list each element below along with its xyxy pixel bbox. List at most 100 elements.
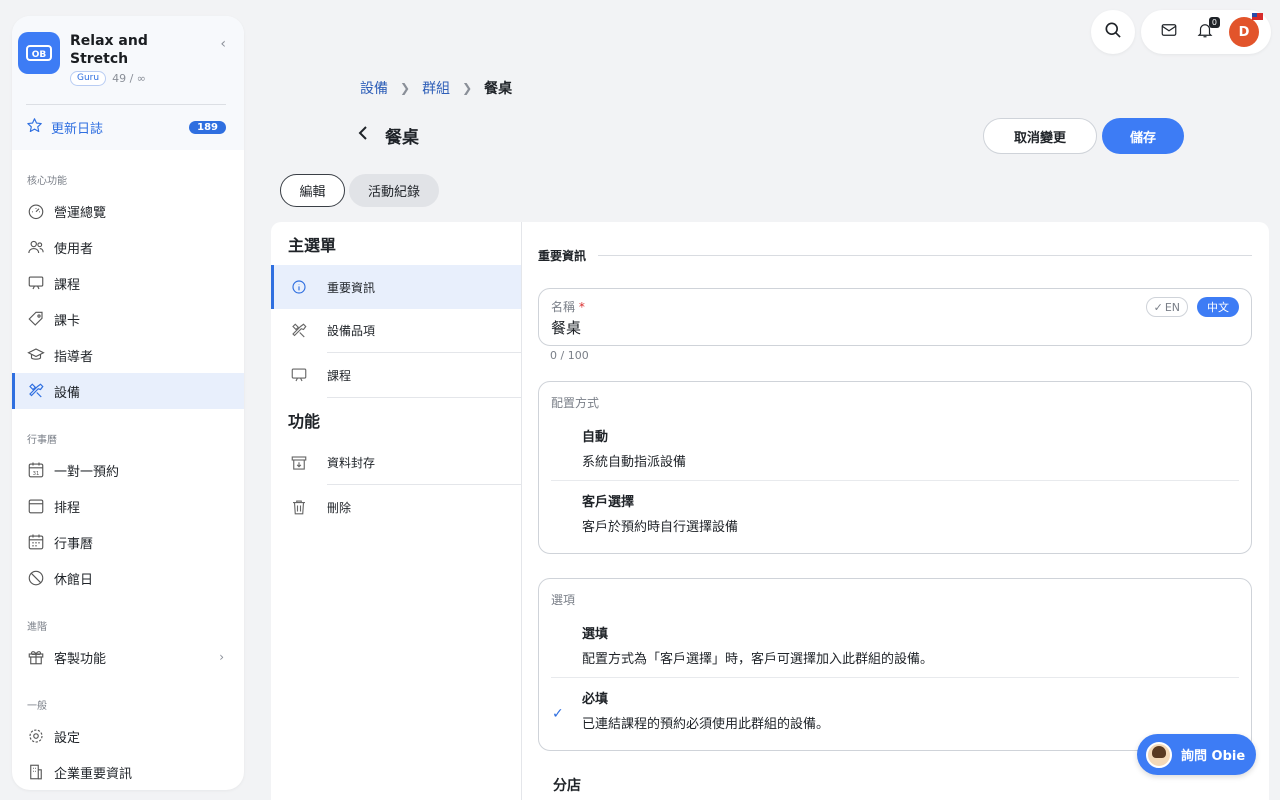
sidebar-item-instructors[interactable]: 指導者 — [12, 337, 244, 373]
tools-icon — [271, 322, 327, 340]
sidebar-item-cards[interactable]: 課卡 — [12, 301, 244, 337]
nav-item-courses[interactable]: 課程 — [271, 353, 521, 397]
star-icon — [26, 117, 43, 138]
notifications-button[interactable]: 0 — [1187, 14, 1223, 50]
sidebar-item-schedule[interactable]: 排程 — [12, 488, 244, 524]
brand: OB Relax and Stretch Guru 49 / ∞ ‹ — [18, 32, 226, 86]
cancel-changes-button[interactable]: 取消變更 — [983, 118, 1097, 154]
option-desc: 配置方式為「客戶選擇」時，客戶可選擇加入此群組的設備。 — [582, 652, 934, 667]
users-icon — [27, 238, 45, 256]
sidebar-item-business-info[interactable]: 企業重要資訊 — [12, 754, 244, 790]
option-auto[interactable]: 自動 系統自動指派設備 — [551, 416, 1239, 481]
archive-icon — [271, 454, 327, 472]
sidebar-item-label: 客製功能 — [54, 651, 107, 667]
building-icon — [27, 763, 45, 781]
changelog-link[interactable]: 更新日誌 189 — [18, 105, 226, 149]
options-radio-group: 選項 選填 配置方式為「客戶選擇」時，客戶可選擇加入此群組的設備。 ✓ 必填 已… — [538, 578, 1252, 751]
inbox-button[interactable] — [1151, 14, 1187, 50]
avatar-initial: D — [1238, 24, 1250, 40]
ask-obie-label: 詢問 Obie — [1181, 749, 1246, 764]
breadcrumb-equipment[interactable]: 設備 — [360, 78, 388, 98]
section-nav: 主選單 重要資訊 設備品項 課程 功能 資料封存 刪除 — [271, 222, 522, 800]
user-avatar[interactable]: D — [1229, 13, 1263, 47]
option-required[interactable]: ✓ 必填 已連結課程的預約必須使用此群組的設備。 — [551, 678, 1239, 742]
sidebar-item-label: 行事曆 — [54, 536, 94, 552]
section-title-core: 核心功能 — [27, 176, 67, 187]
breadcrumb: 設備 ❯ 群組 ❯ 餐桌 — [360, 78, 512, 98]
chevron-right-icon: ❯ — [462, 81, 473, 95]
sidebar-item-label: 指導者 — [54, 349, 94, 365]
tab-activity-log[interactable]: 活動紀錄 — [349, 174, 439, 207]
search-button[interactable] — [1091, 10, 1135, 54]
name-label: 名稱 * — [551, 298, 1239, 315]
calendar-icon — [27, 497, 45, 515]
sidebar-item-calendar[interactable]: 行事曆 — [12, 524, 244, 560]
char-counter: 0 / 100 — [550, 349, 589, 362]
brand-logo-icon: OB — [18, 32, 60, 74]
main-card: 主選單 重要資訊 設備品項 課程 功能 資料封存 刪除 重要資訊 名稱 * 餐桌… — [271, 222, 1269, 800]
sidebar-item-courses[interactable]: 課程 — [12, 265, 244, 301]
option-title: 客戶選擇 — [582, 495, 635, 510]
nav-item-label: 資料封存 — [327, 441, 521, 485]
flag-icon — [1252, 13, 1263, 20]
sidebar-item-equipment[interactable]: 設備 — [12, 373, 244, 409]
prohibited-icon — [27, 569, 45, 587]
sidebar-item-appointments[interactable]: 31 一對一預約 — [12, 452, 244, 488]
section-title-calendar: 行事曆 — [27, 435, 57, 446]
sidebar-item-holidays[interactable]: 休館日 — [12, 560, 244, 596]
name-input[interactable]: 餐桌 — [551, 317, 1239, 338]
trash-icon — [271, 498, 327, 516]
gear-icon — [27, 727, 45, 745]
sidebar-item-users[interactable]: 使用者 — [12, 229, 244, 265]
chevron-right-icon: ❯ — [400, 81, 411, 95]
section-header: 重要資訊 — [538, 222, 1252, 288]
lang-zh-toggle[interactable]: 中文 — [1197, 297, 1239, 317]
brand-name: Relax and Stretch — [70, 33, 148, 67]
allocation-label: 配置方式 — [551, 396, 600, 410]
tab-edit[interactable]: 編輯 — [280, 174, 345, 207]
back-arrow-icon[interactable] — [356, 124, 370, 146]
graduation-cap-icon — [27, 346, 45, 364]
divider — [598, 254, 1252, 256]
collapse-sidebar-icon[interactable]: ‹ — [220, 36, 226, 52]
name-field[interactable]: 名稱 * 餐桌 ✓ EN 中文 — [538, 288, 1252, 346]
branch-title: 分店 — [553, 778, 581, 794]
assistant-avatar — [1146, 741, 1172, 768]
breadcrumb-groups[interactable]: 群組 — [422, 78, 450, 98]
svg-text:OB: OB — [32, 50, 47, 60]
nav-item-key-info[interactable]: 重要資訊 — [271, 265, 521, 309]
nav-item-label: 重要資訊 — [327, 280, 376, 295]
gift-icon — [27, 648, 45, 666]
sidebar-item-dashboard[interactable]: 營運總覽 — [12, 193, 244, 229]
nav-item-label: 課程 — [327, 368, 352, 383]
sidebar-item-custom[interactable]: 客製功能 › — [12, 639, 244, 675]
ask-obie-button[interactable]: 詢問 Obie — [1137, 734, 1256, 775]
brand-count: 49 / ∞ — [112, 72, 146, 85]
nav-item-label: 設備品項 — [327, 309, 521, 353]
sidebar-item-settings[interactable]: 設定 — [12, 718, 244, 754]
options-label: 選項 — [551, 593, 576, 607]
sidebar: OB Relax and Stretch Guru 49 / ∞ ‹ 更新日誌 … — [12, 16, 244, 790]
form-content: 重要資訊 名稱 * 餐桌 ✓ EN 中文 0 / 100 配置方式 自動 系統自… — [538, 222, 1252, 795]
sidebar-item-label: 營運總覽 — [54, 205, 107, 221]
sidebar-item-label: 一對一預約 — [54, 464, 120, 480]
nav-item-label: 刪除 — [327, 500, 352, 515]
calendar-grid-icon — [27, 533, 45, 551]
nav-item-archive[interactable]: 資料封存 — [271, 441, 521, 485]
chevron-right-icon: › — [219, 650, 224, 664]
functions-title: 功能 — [288, 411, 321, 431]
option-customer-select[interactable]: 客戶選擇 客戶於預約時自行選擇設備 — [551, 481, 1239, 545]
tag-icon — [27, 310, 45, 328]
sidebar-item-label: 課卡 — [54, 313, 81, 329]
section-title-general: 一般 — [27, 701, 47, 712]
whiteboard-icon — [271, 366, 327, 384]
whiteboard-icon — [27, 274, 45, 292]
nav-item-equipment-items[interactable]: 設備品項 — [271, 309, 521, 353]
info-icon — [271, 279, 327, 295]
nav-item-delete[interactable]: 刪除 — [271, 485, 521, 529]
allocation-radio-group: 配置方式 自動 系統自動指派設備 客戶選擇 客戶於預約時自行選擇設備 — [538, 381, 1252, 554]
notification-count: 0 — [1208, 17, 1220, 28]
save-button[interactable]: 儲存 — [1102, 118, 1184, 154]
lang-en-toggle[interactable]: ✓ EN — [1145, 297, 1188, 317]
option-optional[interactable]: 選填 配置方式為「客戶選擇」時，客戶可選擇加入此群組的設備。 — [551, 613, 1239, 678]
